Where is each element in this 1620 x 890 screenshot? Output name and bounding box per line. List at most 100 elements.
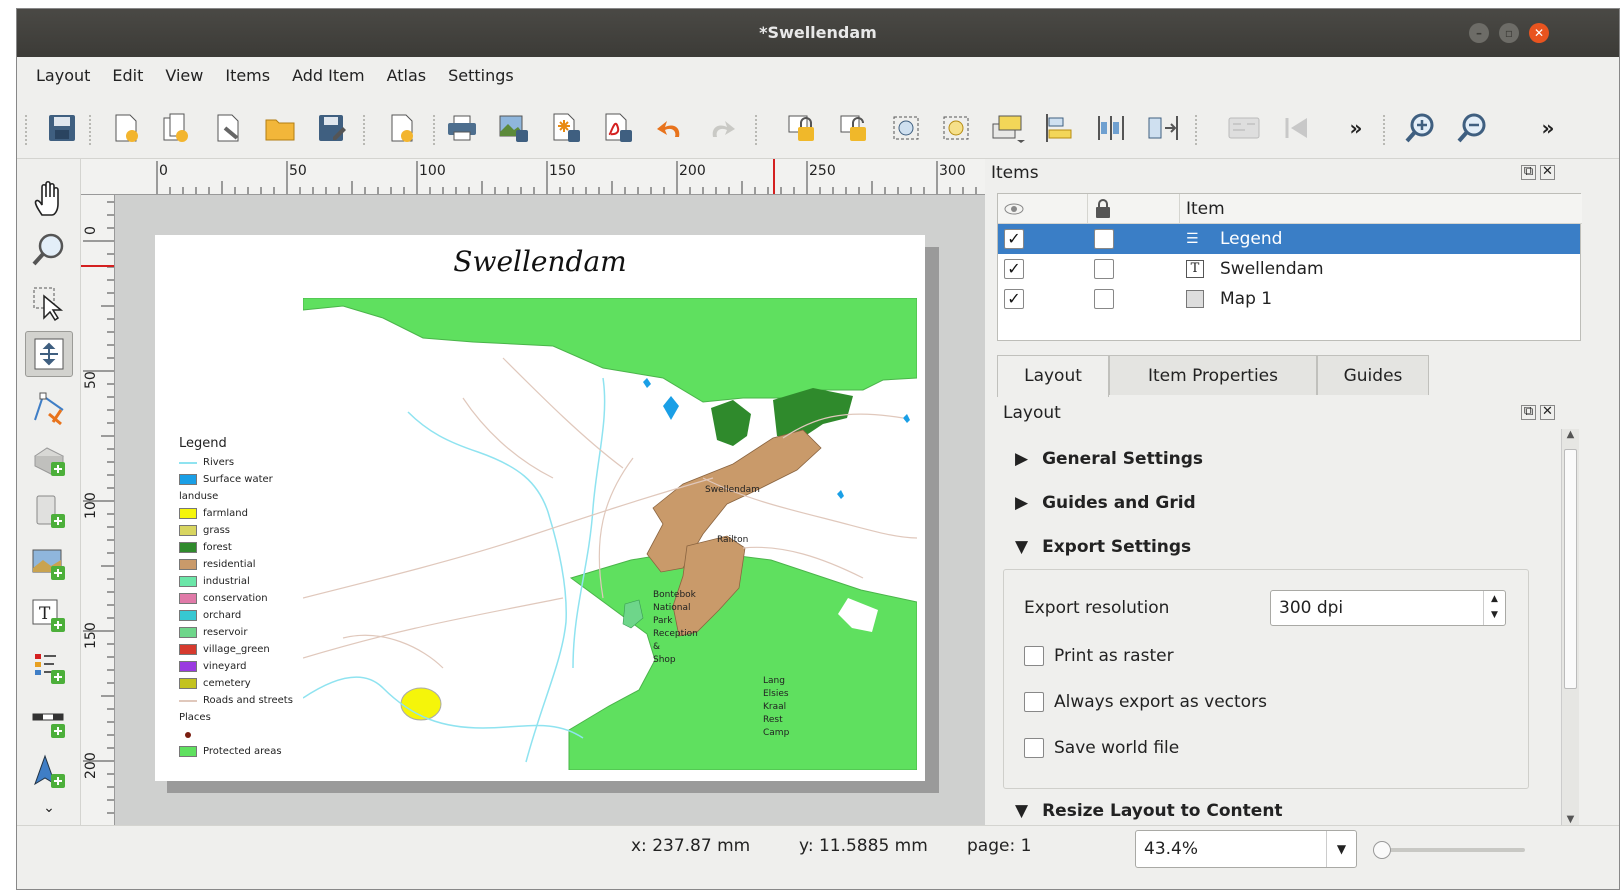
items-row-map1[interactable]: ✓ Map 1 — [998, 284, 1580, 314]
lock-checkbox[interactable] — [1094, 289, 1114, 309]
lock-checkbox[interactable] — [1094, 259, 1114, 279]
print-as-raster-option[interactable]: Print as raster — [1024, 646, 1174, 666]
section-resize-layout[interactable]: ▼ Resize Layout to Content — [1015, 801, 1283, 821]
scrollbar-thumb[interactable] — [1564, 449, 1577, 689]
menu-items[interactable]: Items — [214, 66, 281, 85]
section-title: Export Settings — [1042, 537, 1192, 557]
group-items-icon[interactable] — [887, 111, 925, 145]
new-layout-icon[interactable] — [107, 111, 145, 145]
add-label-icon[interactable]: T — [25, 593, 73, 639]
ungroup-items-icon[interactable] — [937, 111, 975, 145]
save-project-icon[interactable] — [43, 111, 81, 145]
close-panel-icon[interactable]: ✕ — [1540, 165, 1555, 180]
add-map-icon[interactable] — [25, 489, 73, 535]
float-panel-icon[interactable]: ⧉ — [1521, 405, 1536, 420]
align-items-icon[interactable] — [1041, 111, 1079, 145]
visibility-checkbox[interactable]: ✓ — [1004, 229, 1024, 249]
layout-page[interactable]: Swellendam Swellendam Railton Bontebok N… — [155, 235, 925, 781]
zoom-in-icon[interactable] — [1401, 111, 1439, 145]
expanded-triangle-icon: ▼ — [1015, 537, 1029, 557]
menu-atlas[interactable]: Atlas — [376, 66, 438, 85]
toolbar-overflow-button-2[interactable]: » — [1529, 111, 1567, 145]
map-item[interactable] — [303, 298, 917, 770]
world-file-option[interactable]: Save world file — [1024, 738, 1179, 758]
open-template-icon[interactable] — [261, 111, 299, 145]
cursor-x-readout: x: 237.87 mm — [631, 836, 751, 856]
add-picture-icon[interactable] — [25, 541, 73, 587]
more-tools-chevron-icon[interactable]: ⌄ — [25, 795, 73, 821]
distribute-items-icon[interactable] — [1093, 111, 1131, 145]
add-scalebar-icon[interactable] — [25, 699, 73, 745]
pan-tool-icon[interactable] — [25, 175, 73, 221]
visibility-column-header[interactable] — [998, 194, 1088, 224]
menu-add-item[interactable]: Add Item — [281, 66, 375, 85]
chevron-down-icon[interactable]: ▼ — [1326, 831, 1356, 867]
toolbar-overflow-label: » — [1349, 116, 1363, 140]
export-image-icon[interactable] — [495, 111, 533, 145]
map-legend[interactable]: Legend Rivers Surface water landuse farmlan… — [179, 435, 293, 760]
spin-arrows-icon[interactable]: ▲ ▼ — [1483, 591, 1505, 625]
menu-view[interactable]: View — [154, 66, 214, 85]
layout-manager-icon[interactable] — [209, 111, 247, 145]
float-panel-icon[interactable]: ⧉ — [1521, 165, 1536, 180]
layout-panel-scrollbar[interactable]: ▲ ▼ — [1561, 429, 1579, 825]
move-content-tool-icon[interactable] — [25, 331, 73, 377]
add-3d-map-icon[interactable] — [25, 437, 73, 483]
menu-edit[interactable]: Edit — [101, 66, 154, 85]
main-toolbar: » » — [17, 95, 1619, 159]
world-file-checkbox[interactable] — [1024, 738, 1044, 758]
section-export-settings[interactable]: ▼ Export Settings — [1015, 537, 1191, 557]
section-guides-grid[interactable]: ▶ Guides and Grid — [1015, 493, 1196, 513]
zoom-slider-handle[interactable] — [1373, 841, 1391, 859]
lock-items-icon[interactable] — [783, 111, 821, 145]
redo-icon[interactable] — [703, 111, 741, 145]
zoom-slider[interactable] — [1373, 841, 1525, 859]
collapsed-triangle-icon: ▶ — [1015, 449, 1029, 469]
add-legend-icon[interactable] — [25, 645, 73, 691]
duplicate-layout-icon[interactable] — [157, 111, 195, 145]
lock-checkbox[interactable] — [1094, 229, 1114, 249]
vertical-ruler: 0 50 100 150 200 — [81, 195, 115, 825]
scroll-down-icon[interactable]: ▼ — [1562, 814, 1579, 825]
items-row-swellendam[interactable]: ✓ T Swellendam — [998, 254, 1580, 284]
edit-nodes-tool-icon[interactable] — [25, 385, 73, 431]
always-vectors-checkbox[interactable] — [1024, 692, 1044, 712]
menu-layout[interactable]: Layout — [25, 66, 101, 85]
tab-guides[interactable]: Guides — [1317, 355, 1429, 395]
tab-item-properties[interactable]: Item Properties — [1109, 355, 1317, 395]
export-pdf-icon[interactable] — [599, 111, 637, 145]
always-vectors-option[interactable]: Always export as vectors — [1024, 692, 1267, 712]
toolbar-overflow-button[interactable]: » — [1337, 111, 1375, 145]
map-title-label[interactable]: Swellendam — [155, 245, 925, 278]
export-resolution-spinbox[interactable]: 300 dpi ▲ ▼ — [1270, 590, 1506, 626]
print-as-raster-checkbox[interactable] — [1024, 646, 1044, 666]
select-tool-icon[interactable] — [25, 281, 73, 327]
visibility-checkbox[interactable]: ✓ — [1004, 289, 1024, 309]
lock-column-header[interactable] — [1088, 194, 1180, 224]
raise-items-icon[interactable] — [989, 111, 1027, 145]
title-bar[interactable]: *Swellendam – ▫ ✕ — [17, 9, 1619, 57]
undo-icon[interactable] — [651, 111, 689, 145]
add-north-arrow-icon[interactable] — [25, 749, 73, 795]
items-row-legend[interactable]: ✓ ☰ Legend — [998, 224, 1580, 254]
save-template-icon[interactable] — [313, 111, 351, 145]
zoom-tool-icon[interactable] — [25, 227, 73, 273]
visibility-checkbox[interactable]: ✓ — [1004, 259, 1024, 279]
item-column-header[interactable]: Item — [1180, 194, 1582, 224]
print-icon[interactable] — [443, 111, 481, 145]
section-general-settings[interactable]: ▶ General Settings — [1015, 449, 1203, 469]
minimize-button[interactable]: – — [1469, 23, 1489, 43]
menu-settings[interactable]: Settings — [437, 66, 525, 85]
scroll-up-icon[interactable]: ▲ — [1562, 429, 1579, 440]
layout-canvas[interactable]: Swellendam Swellendam Railton Bontebok N… — [115, 195, 985, 825]
zoom-out-icon[interactable] — [1453, 111, 1491, 145]
zoom-combobox[interactable]: 43.4% ▼ — [1135, 830, 1357, 868]
export-svg-icon[interactable] — [547, 111, 585, 145]
add-pages-icon[interactable] — [383, 111, 421, 145]
close-panel-icon[interactable]: ✕ — [1540, 405, 1555, 420]
resize-items-icon[interactable] — [1145, 111, 1183, 145]
close-button[interactable]: ✕ — [1529, 23, 1549, 43]
tab-layout[interactable]: Layout — [997, 355, 1109, 397]
unlock-items-icon[interactable] — [835, 111, 873, 145]
maximize-button[interactable]: ▫ — [1499, 23, 1519, 43]
